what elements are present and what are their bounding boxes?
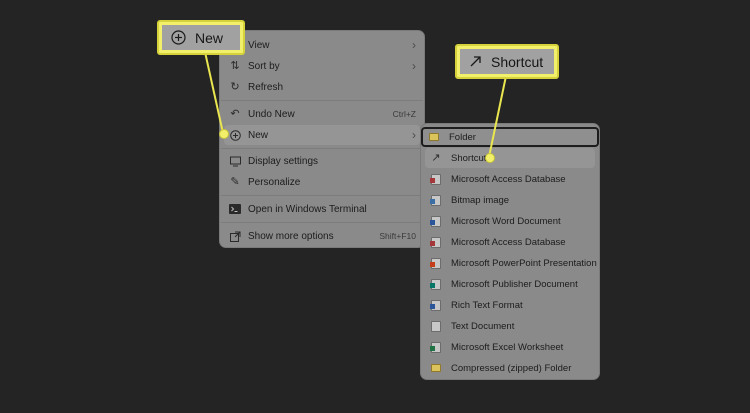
callout-shortcut-label: Shortcut: [491, 53, 544, 70]
callout-dot-shortcut: [485, 153, 495, 163]
callout-new-label: New: [195, 29, 224, 46]
callout-new: New: [157, 20, 245, 55]
callout-shortcut-body: Shortcut: [460, 49, 554, 74]
shortcut-icon: [469, 55, 482, 68]
callout-new-body: New: [162, 25, 240, 50]
callout-dot-new: [219, 129, 229, 139]
callout-shortcut: Shortcut: [455, 44, 559, 79]
callout-connector-lines: [204, 51, 507, 158]
plus-circle-icon: [171, 30, 186, 45]
